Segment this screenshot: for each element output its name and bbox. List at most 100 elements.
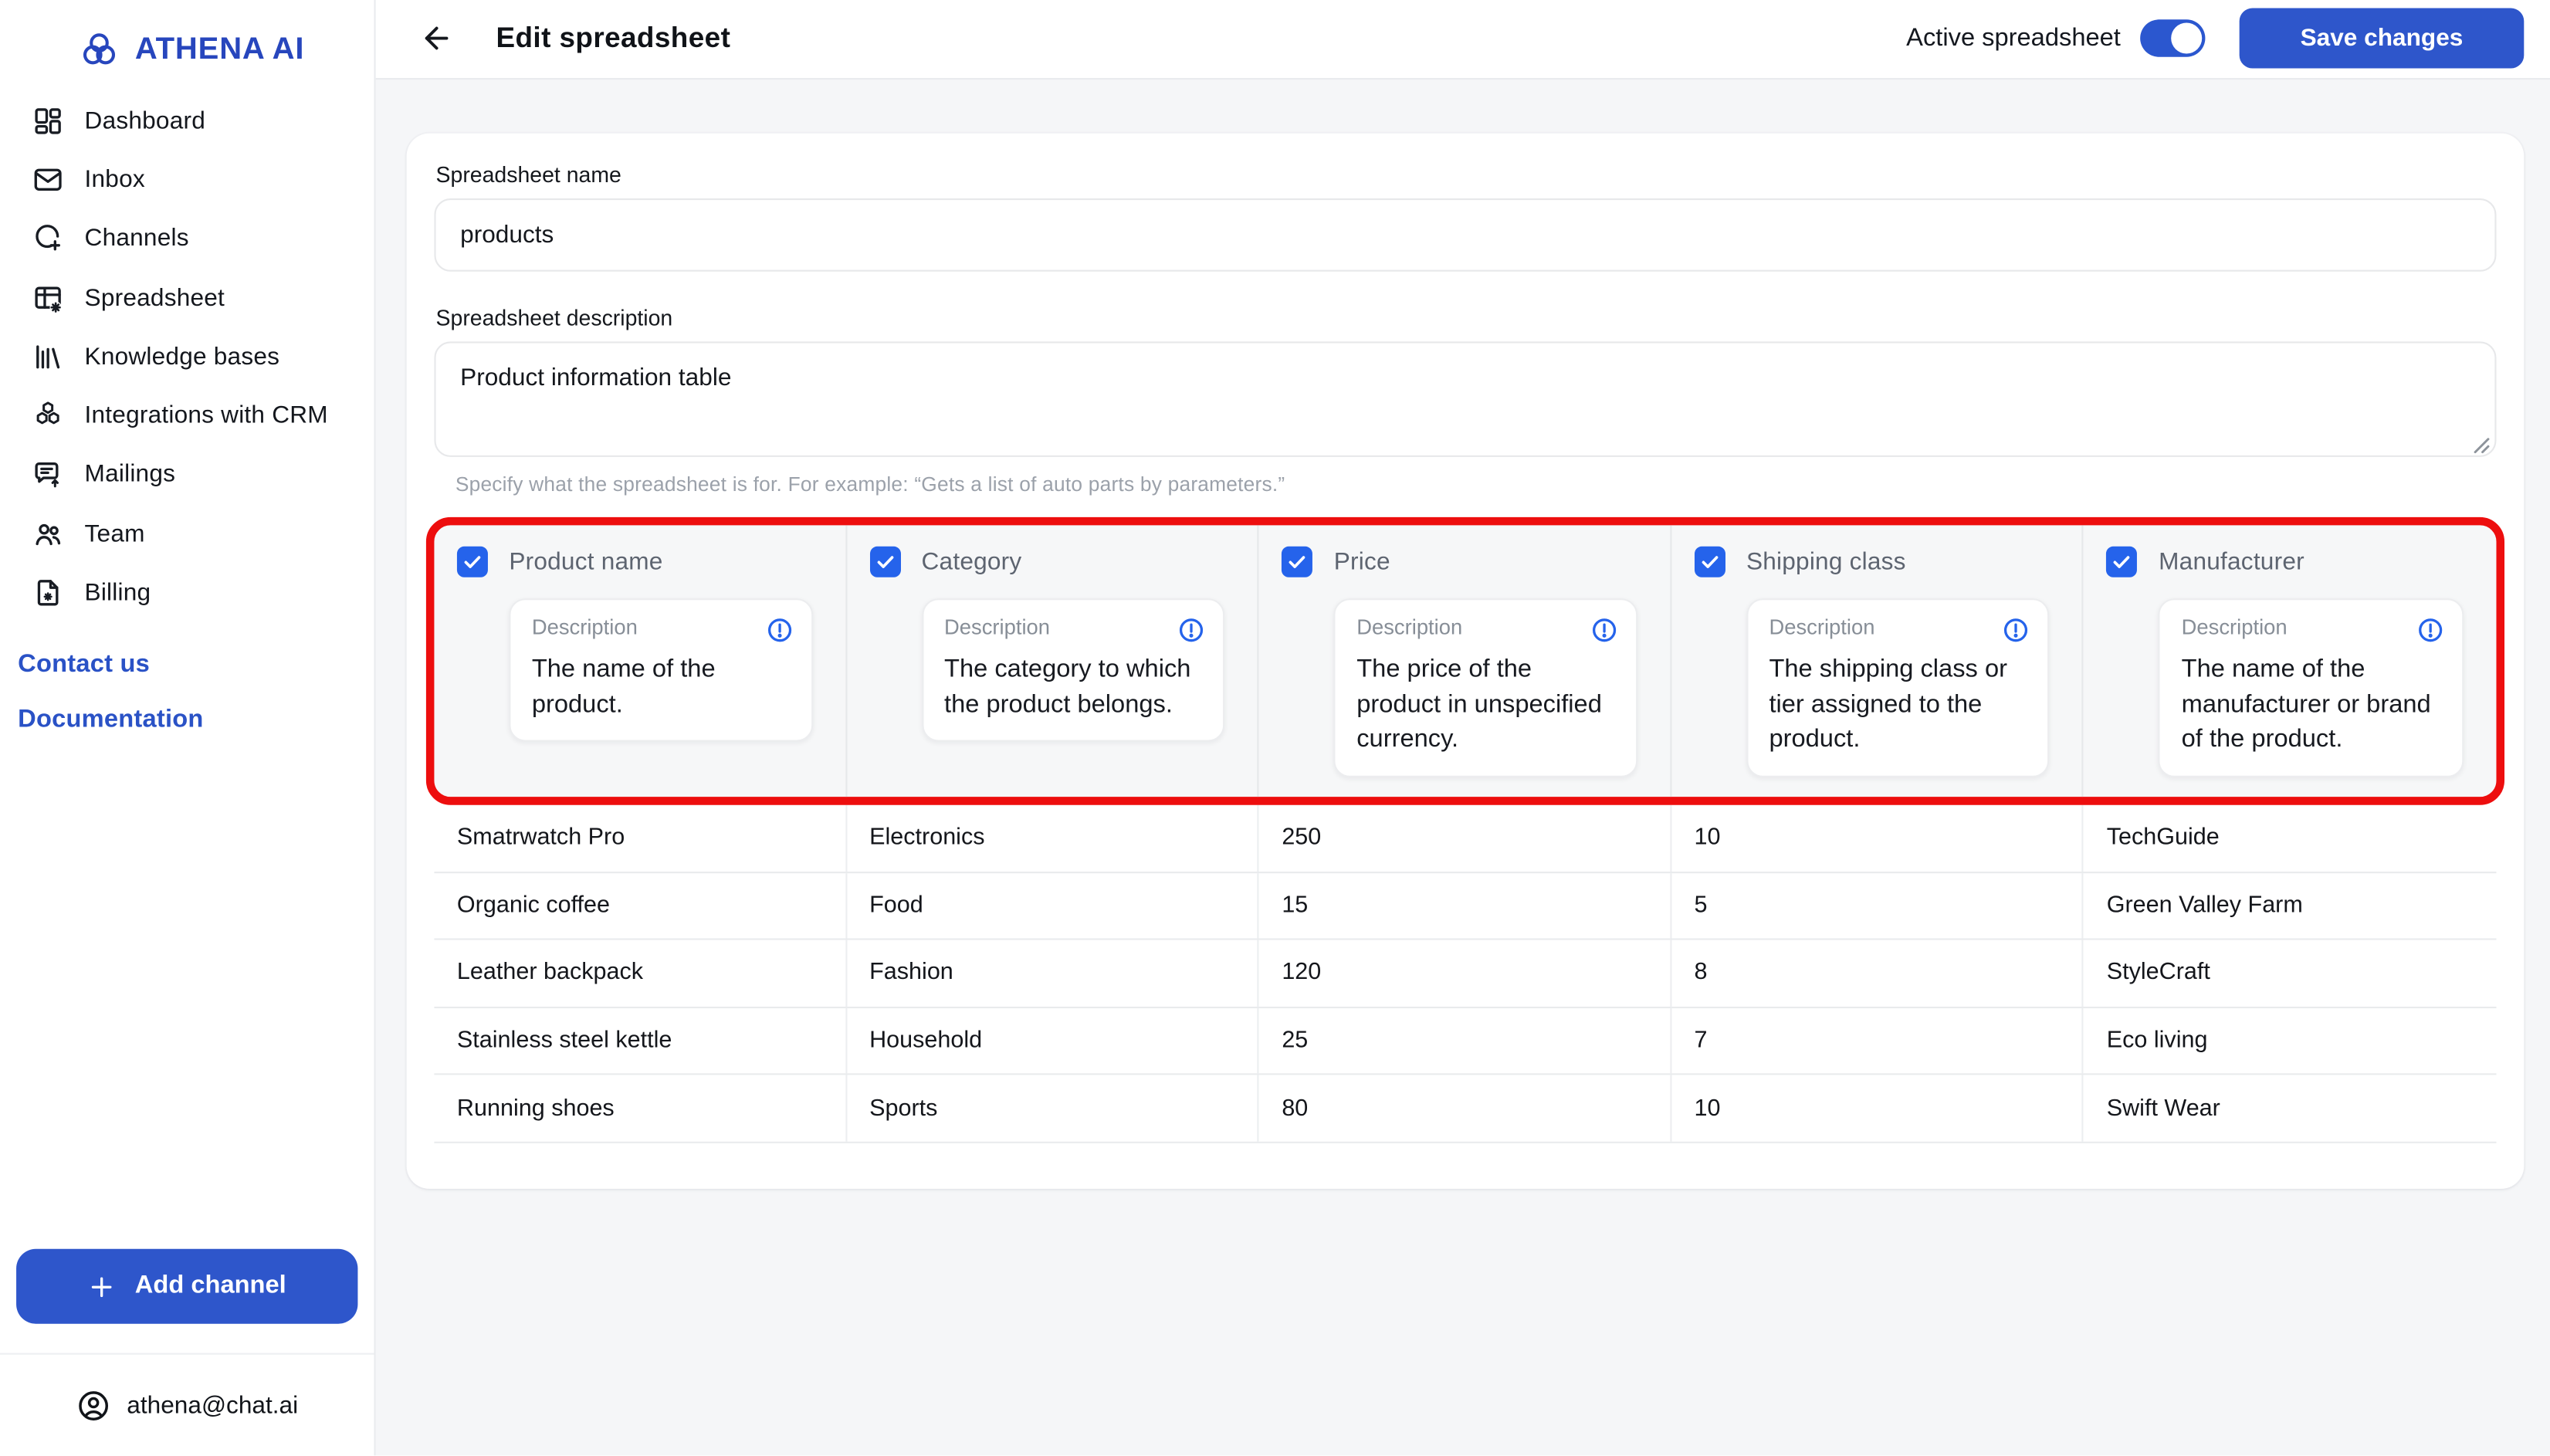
info-icon[interactable]: [2416, 616, 2444, 644]
column-title: Category: [922, 548, 1022, 576]
cell-price: 120: [1259, 940, 1671, 1007]
info-icon[interactable]: [1590, 616, 1618, 644]
highlighted-column-header-row: Product name Description The name of the…: [426, 517, 2504, 805]
column-title: Manufacturer: [2159, 548, 2304, 576]
cell-category: Sports: [847, 1075, 1259, 1142]
description-field-label: Description: [1356, 615, 1462, 639]
column-checkbox[interactable]: [1282, 547, 1312, 577]
cell-shipping-class: 10: [1671, 805, 2084, 872]
cell-price: 25: [1259, 1008, 1671, 1075]
sidebar-item-label: Mailings: [85, 461, 176, 489]
cell-category: Household: [847, 1008, 1259, 1075]
sidebar-item-label: Knowledge bases: [85, 343, 280, 371]
description-field-label: Description: [532, 615, 638, 639]
spreadsheet-name-label: Spreadsheet name: [436, 163, 2497, 188]
add-channel-button[interactable]: Add channel: [16, 1250, 357, 1325]
column-description-card[interactable]: Description The category to which the pr…: [922, 598, 1225, 742]
cell-shipping-class: 7: [1671, 1008, 2084, 1075]
topbar: Edit spreadsheet Active spreadsheet Save…: [376, 0, 2550, 79]
description-field-label: Description: [2182, 615, 2288, 639]
knot-logo-icon: [78, 29, 120, 72]
sidebar-item-label: Dashboard: [85, 107, 206, 134]
sidebar-item-inbox[interactable]: Inbox: [0, 150, 374, 208]
users-icon: [32, 518, 63, 549]
column-description-card[interactable]: Description The name of the manufacturer…: [2159, 598, 2464, 777]
spreadsheet-rows: Smatrwatch Pro Electronics 250 10 TechGu…: [434, 805, 2496, 1143]
table-row: Stainless steel kettle Household 25 7 Ec…: [434, 1008, 2496, 1076]
app-window: ATHENA AI Dashboard Inbox: [0, 0, 2550, 1456]
cell-manufacturer: TechGuide: [2084, 805, 2496, 872]
plus-icon: [88, 1273, 116, 1301]
inbox-icon: [32, 164, 63, 195]
column-checkbox[interactable]: [869, 547, 900, 577]
column-checkbox[interactable]: [1695, 547, 1725, 577]
column-checkbox[interactable]: [2107, 547, 2138, 577]
column-description-card[interactable]: Description The name of the product.: [509, 598, 812, 742]
sidebar-item-channels[interactable]: Channels: [0, 209, 374, 268]
cell-price: 15: [1259, 872, 1671, 939]
description-field-wrap: Product information table: [434, 341, 2496, 465]
save-changes-button[interactable]: Save changes: [2240, 8, 2525, 69]
spreadsheet-description-input[interactable]: Product information table: [434, 341, 2496, 457]
sidebar-item-label: Spreadsheet: [85, 284, 225, 312]
page-title: Edit spreadsheet: [496, 22, 730, 56]
description-field-label: Description: [944, 615, 1050, 639]
column-header-category: Category Description The category to whi…: [847, 525, 1259, 797]
spreadsheet-name-input[interactable]: [434, 198, 2496, 272]
info-icon[interactable]: [1178, 616, 1206, 644]
column-description-card[interactable]: Description The price of the product in …: [1334, 598, 1637, 777]
column-header-manufacturer: Manufacturer Description The name of the…: [2084, 525, 2496, 797]
topbar-right: Active spreadsheet Save changes: [1906, 8, 2524, 69]
active-spreadsheet-label: Active spreadsheet: [1906, 24, 2121, 53]
column-title: Shipping class: [1746, 548, 1906, 576]
cell-product-name: Running shoes: [434, 1075, 846, 1142]
cell-price: 80: [1259, 1075, 1671, 1142]
sidebar-item-billing[interactable]: Billing: [0, 564, 374, 622]
column-description-text: The shipping class or tier assigned to t…: [1769, 652, 2030, 758]
sidebar-item-integrations-crm[interactable]: Integrations with CRM: [0, 386, 374, 445]
column-description-text: The category to which the product belong…: [944, 652, 1205, 723]
documentation-link[interactable]: Documentation: [18, 706, 374, 735]
sidebar-item-label: Channels: [85, 225, 189, 252]
cell-category: Fashion: [847, 940, 1259, 1007]
spreadsheet-description-label: Spreadsheet description: [436, 306, 2497, 330]
sidebar-links: Contact us Documentation: [0, 650, 374, 760]
resize-handle-icon[interactable]: [2472, 436, 2490, 454]
column-checkbox[interactable]: [457, 547, 488, 577]
info-icon[interactable]: [765, 616, 793, 644]
description-hint: Specify what the spreadsheet is for. For…: [455, 473, 2497, 496]
contact-us-link[interactable]: Contact us: [18, 650, 374, 679]
sidebar-nav: Dashboard Inbox Channels: [0, 91, 374, 622]
sidebar-item-knowledge-bases[interactable]: Knowledge bases: [0, 327, 374, 386]
sidebar-item-dashboard[interactable]: Dashboard: [0, 91, 374, 150]
cell-shipping-class: 10: [1671, 1075, 2084, 1142]
column-header-product-name: Product name Description The name of the…: [434, 525, 846, 797]
cell-manufacturer: Eco living: [2084, 1008, 2496, 1075]
description-field-label: Description: [1769, 615, 1874, 639]
sidebar-item-spreadsheet[interactable]: Spreadsheet: [0, 268, 374, 327]
sidebar: ATHENA AI Dashboard Inbox: [0, 0, 376, 1456]
column-header-grid: Product name Description The name of the…: [434, 525, 2496, 797]
info-icon[interactable]: [2003, 616, 2030, 644]
column-title: Product name: [509, 548, 662, 576]
active-spreadsheet-toggle[interactable]: [2140, 20, 2205, 57]
message-send-icon: [32, 459, 63, 490]
sidebar-item-label: Team: [85, 520, 145, 547]
column-description-card[interactable]: Description The shipping class or tier a…: [1746, 598, 2050, 777]
table-row: Leather backpack Fashion 120 8 StyleCraf…: [434, 940, 2496, 1008]
sidebar-item-mailings[interactable]: Mailings: [0, 445, 374, 504]
dashboard-icon: [32, 105, 63, 136]
sidebar-item-label: Integrations with CRM: [85, 402, 328, 430]
cell-category: Food: [847, 872, 1259, 939]
add-channel-label: Add channel: [135, 1272, 286, 1302]
back-button[interactable]: [419, 22, 453, 56]
cell-product-name: Leather backpack: [434, 940, 846, 1007]
account-row[interactable]: athena@chat.ai: [0, 1353, 374, 1456]
brand-logo[interactable]: ATHENA AI: [0, 0, 374, 80]
column-title: Price: [1334, 548, 1390, 576]
library-icon: [32, 341, 63, 372]
account-email: athena@chat.ai: [127, 1392, 298, 1420]
sidebar-item-team[interactable]: Team: [0, 504, 374, 563]
spreadsheet-card: Spreadsheet name Spreadsheet description…: [407, 134, 2525, 1189]
main-content: Spreadsheet name Spreadsheet description…: [376, 79, 2550, 1456]
